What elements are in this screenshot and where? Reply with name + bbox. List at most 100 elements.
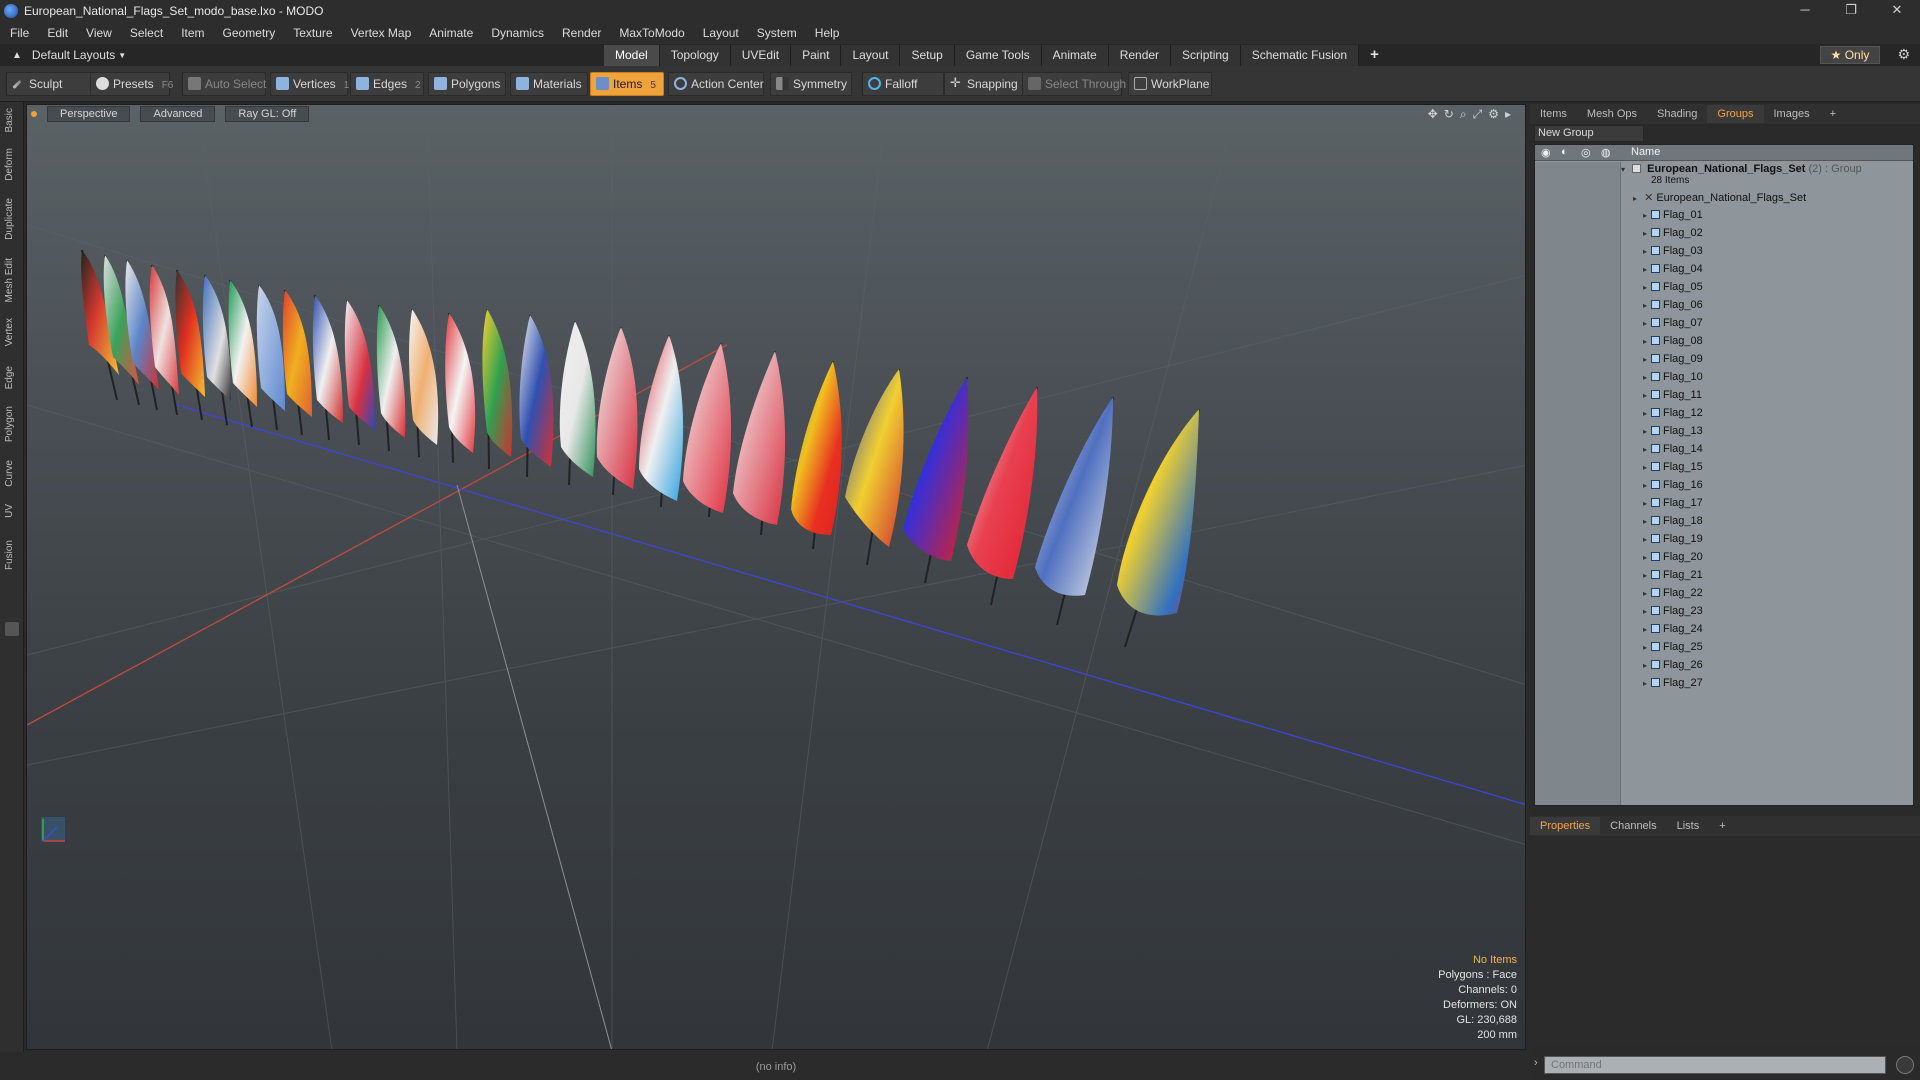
flag-list-item[interactable]: ▸ Flag_07 bbox=[1621, 317, 1913, 335]
expand-arrow-icon[interactable]: ▸ bbox=[1643, 679, 1651, 688]
expand-arrow-icon[interactable]: ▸ bbox=[1643, 283, 1651, 292]
expand-arrow-icon[interactable]: ▸ bbox=[1643, 517, 1651, 526]
expand-arrow-icon[interactable]: ▸ bbox=[1643, 229, 1651, 238]
flag-16[interactable] bbox=[519, 314, 554, 478]
pan-icon[interactable]: ✥ bbox=[1428, 107, 1438, 122]
expand-arrow-icon[interactable]: ▸ bbox=[1643, 481, 1651, 490]
gear-icon[interactable]: ⚙ bbox=[1897, 46, 1910, 63]
expand-arrow-icon[interactable]: ▸ bbox=[1643, 625, 1651, 634]
restore-button[interactable]: ❐ bbox=[1828, 0, 1874, 22]
viewport-menu-dot[interactable] bbox=[31, 111, 37, 117]
flag-list-item[interactable]: ▸ Flag_03 bbox=[1621, 245, 1913, 263]
flag-list-item[interactable]: ▸ Flag_11 bbox=[1621, 389, 1913, 407]
flag-list-item[interactable]: ▸ Flag_26 bbox=[1621, 659, 1913, 677]
tab-fusion[interactable]: Fusion bbox=[4, 540, 20, 570]
menu-render[interactable]: Render bbox=[562, 26, 601, 40]
select-through-button[interactable]: Select Through bbox=[1022, 72, 1126, 96]
mesh-item-row[interactable]: ▸ ✕ European_National_Flags_Set bbox=[1621, 191, 1913, 209]
expand-arrow-icon[interactable]: ▸ bbox=[1643, 427, 1651, 436]
tab-vertex[interactable]: Vertex bbox=[4, 318, 20, 346]
zoom-icon[interactable]: ⌕ bbox=[1460, 107, 1467, 122]
flag-27[interactable] bbox=[1117, 408, 1200, 648]
auto-select-button[interactable]: Auto Select bbox=[182, 72, 266, 96]
menu-dynamics[interactable]: Dynamics bbox=[491, 26, 544, 40]
collapse-arrow-icon[interactable]: ▾ bbox=[1621, 165, 1629, 174]
flag-list-item[interactable]: ▸ Flag_25 bbox=[1621, 641, 1913, 659]
flag-25[interactable] bbox=[967, 386, 1038, 606]
tab-paint[interactable]: Paint bbox=[791, 45, 842, 66]
new-group-button[interactable]: New Group bbox=[1534, 125, 1644, 142]
items-button[interactable]: Items 5 bbox=[590, 72, 664, 96]
polygons-button[interactable]: Polygons bbox=[428, 72, 506, 96]
flag-15[interactable] bbox=[482, 308, 513, 470]
materials-button[interactable]: Materials bbox=[510, 72, 588, 96]
menu-texture[interactable]: Texture bbox=[293, 26, 332, 40]
flag-list-item[interactable]: ▸ Flag_15 bbox=[1621, 461, 1913, 479]
tab-mesh-edit[interactable]: Mesh Edit bbox=[4, 258, 20, 302]
expand-arrow-icon[interactable]: ▸ bbox=[1643, 373, 1651, 382]
menu-view[interactable]: View bbox=[86, 26, 112, 40]
view-type-dropdown[interactable]: Perspective bbox=[47, 106, 131, 122]
flag-08[interactable] bbox=[256, 284, 285, 431]
minimize-button[interactable]: ─ bbox=[1782, 0, 1828, 22]
menu-edit[interactable]: Edit bbox=[47, 26, 68, 40]
expand-arrow-icon[interactable]: ▸ bbox=[1643, 301, 1651, 310]
expand-arrow-icon[interactable]: ▸ bbox=[1643, 553, 1651, 562]
flag-list-item[interactable]: ▸ Flag_27 bbox=[1621, 677, 1913, 695]
tab-render[interactable]: Render bbox=[1108, 45, 1172, 66]
flag-22[interactable] bbox=[791, 360, 842, 550]
tab-curve[interactable]: Curve bbox=[4, 460, 20, 487]
expand-arrow-icon[interactable]: ▸ bbox=[1643, 409, 1651, 418]
expand-arrow-icon[interactable]: ▸ bbox=[1643, 337, 1651, 346]
tab-properties[interactable]: Properties bbox=[1530, 817, 1601, 835]
flag-list-item[interactable]: ▸ Flag_10 bbox=[1621, 371, 1913, 389]
tab-uv[interactable]: UV bbox=[4, 504, 20, 518]
menu-animate[interactable]: Animate bbox=[429, 26, 473, 40]
expand-arrow-icon[interactable]: ▸ bbox=[1643, 445, 1651, 454]
viewport-settings-icon[interactable]: ⚙ bbox=[1488, 107, 1499, 122]
flag-09[interactable] bbox=[282, 289, 312, 436]
tab-mesh-ops[interactable]: Mesh Ops bbox=[1577, 105, 1647, 123]
vertices-button[interactable]: Vertices 1 bbox=[270, 72, 349, 96]
layout-dropdown[interactable]: ▲ Default Layouts ▼ bbox=[12, 48, 126, 62]
tab-deform[interactable]: Deform bbox=[4, 148, 20, 181]
flag-18[interactable] bbox=[596, 326, 638, 496]
flag-list-item[interactable]: ▸ Flag_16 bbox=[1621, 479, 1913, 497]
expand-arrow-icon[interactable]: ▸ bbox=[1643, 589, 1651, 598]
fit-icon[interactable]: ⤢ bbox=[1473, 107, 1483, 122]
flag-07[interactable] bbox=[228, 279, 257, 428]
select-icon[interactable]: ◍ bbox=[1601, 146, 1611, 159]
flag-list-item[interactable]: ▸ Flag_09 bbox=[1621, 353, 1913, 371]
expand-arrow-icon[interactable]: ▸ bbox=[1643, 265, 1651, 274]
menu-system[interactable]: System bbox=[757, 26, 797, 40]
action-center-button[interactable]: Action Center bbox=[668, 72, 764, 96]
snapping-button[interactable]: ✛ Snapping bbox=[944, 72, 1028, 96]
add-panel-tab-button[interactable]: + bbox=[1820, 105, 1846, 123]
tab-schematic-fusion[interactable]: Schematic Fusion bbox=[1240, 45, 1360, 66]
flag-list-item[interactable]: ▸ Flag_17 bbox=[1621, 497, 1913, 515]
flag-list-item[interactable]: ▸ Flag_02 bbox=[1621, 227, 1913, 245]
flag-20[interactable] bbox=[683, 342, 732, 518]
flag-list-item[interactable]: ▸ Flag_18 bbox=[1621, 515, 1913, 533]
expand-arrow-icon[interactable]: ▸ bbox=[1643, 535, 1651, 544]
flag-10[interactable] bbox=[312, 294, 343, 441]
flag-list-item[interactable]: ▸ Flag_19 bbox=[1621, 533, 1913, 551]
expand-arrow-icon[interactable]: ▸ bbox=[1643, 355, 1651, 364]
expand-arrow-icon[interactable]: ▸ bbox=[1643, 247, 1651, 256]
flag-list-item[interactable]: ▸ Flag_01 bbox=[1621, 209, 1913, 227]
flag-list-item[interactable]: ▸ Flag_05 bbox=[1621, 281, 1913, 299]
flag-12[interactable] bbox=[376, 304, 406, 452]
close-button[interactable]: ✕ bbox=[1874, 0, 1920, 22]
tab-edge[interactable]: Edge bbox=[4, 366, 20, 389]
presets-button[interactable]: Presets F6 bbox=[90, 72, 173, 96]
flag-list-item[interactable]: ▸ Flag_12 bbox=[1621, 407, 1913, 425]
name-column-header[interactable]: Name bbox=[1631, 146, 1660, 158]
tab-uvedit[interactable]: UVEdit bbox=[730, 45, 792, 66]
flag-list-item[interactable]: ▸ Flag_21 bbox=[1621, 569, 1913, 587]
expand-arrow-icon[interactable]: ▸ bbox=[1643, 607, 1651, 616]
sculpt-button[interactable]: Sculpt bbox=[6, 72, 92, 96]
flag-17[interactable] bbox=[559, 320, 596, 486]
shading-dropdown[interactable]: Advanced bbox=[140, 106, 216, 122]
menu-maxtomodo[interactable]: MaxToModo bbox=[619, 26, 684, 40]
menu-geometry[interactable]: Geometry bbox=[223, 26, 276, 40]
